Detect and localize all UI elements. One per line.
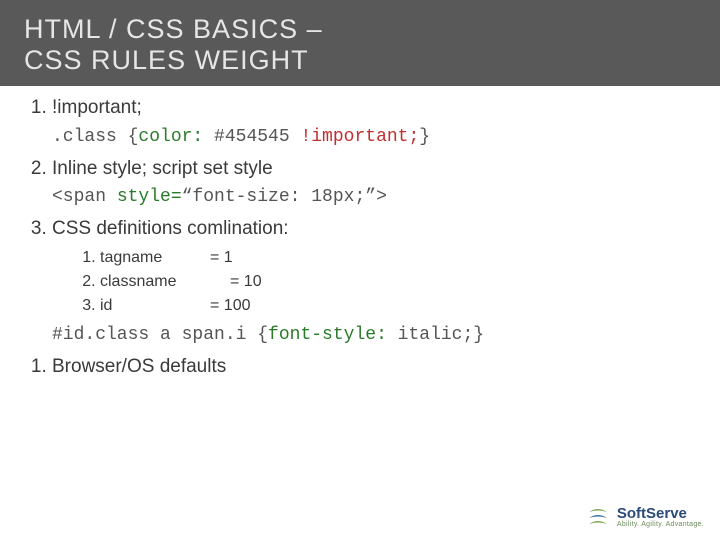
sub-item: tagname= 1	[100, 246, 700, 270]
logo-name: SoftServe	[617, 506, 704, 521]
title-part: RULES WEIGHT	[91, 45, 309, 75]
sub-item: classname= 10	[100, 270, 700, 294]
main-list-continued: Browser/OS defaults	[28, 353, 700, 382]
sub-label: id	[100, 294, 210, 318]
logo-text: SoftServe Ability. Agility. Advantage.	[617, 506, 704, 528]
title-dash: –	[307, 14, 323, 44]
code-attr: style=	[117, 187, 182, 207]
sub-list: tagname= 1 classname= 10 id= 100	[52, 246, 700, 318]
code-token: <span	[52, 187, 117, 207]
slide-title: HTML / CSS BASICS – CSS RULES WEIGHT	[24, 14, 720, 76]
slide-body: !important; .class {color: #454545 !impo…	[0, 86, 720, 381]
code-token: italic;	[387, 325, 473, 345]
code-important: !important;	[300, 127, 419, 147]
sub-value: = 10	[230, 273, 262, 290]
item-text: CSS definitions comlination:	[52, 218, 289, 239]
brand-logo: SoftServe Ability. Agility. Advantage.	[585, 504, 704, 530]
code-token: #454545	[203, 127, 300, 147]
list-item: Inline style; script set style <span sty…	[52, 155, 700, 212]
code-token: “font-size: 18px;”	[182, 187, 376, 207]
logo-icon	[585, 504, 611, 530]
code-line: #id.class a span.i {font-style: italic;}	[52, 322, 700, 349]
list-item: !important; .class {color: #454545 !impo…	[52, 94, 700, 151]
logo-tagline: Ability. Agility. Advantage.	[617, 521, 704, 528]
sub-item: id= 100	[100, 294, 700, 318]
title-part: CSS	[24, 45, 83, 75]
sub-label: tagname	[100, 246, 210, 270]
title-part: BASICS	[193, 14, 298, 44]
sub-value: = 100	[210, 297, 250, 314]
code-property: font-style:	[268, 325, 387, 345]
code-line: <span style=“font-size: 18px;”>	[52, 184, 700, 211]
list-item: Browser/OS defaults	[52, 353, 700, 382]
title-part: HTML / CSS	[24, 14, 185, 44]
sub-value: = 1	[210, 249, 233, 266]
code-token: .class {	[52, 127, 138, 147]
code-token: }	[473, 325, 484, 345]
list-item: CSS definitions comlination: tagname= 1 …	[52, 215, 700, 349]
item-text: !important;	[52, 97, 142, 118]
main-list: !important; .class {color: #454545 !impo…	[28, 94, 700, 349]
item-text: Browser/OS defaults	[52, 356, 226, 377]
sub-label: classname	[100, 270, 230, 294]
slide-header: HTML / CSS BASICS – CSS RULES WEIGHT	[0, 0, 720, 86]
item-text: Inline style; script set style	[52, 158, 273, 179]
code-token: }	[419, 127, 430, 147]
code-token: >	[376, 187, 387, 207]
code-property: color:	[138, 127, 203, 147]
code-token: #id.class a span.i {	[52, 325, 268, 345]
code-line: .class {color: #454545 !important;}	[52, 124, 700, 151]
